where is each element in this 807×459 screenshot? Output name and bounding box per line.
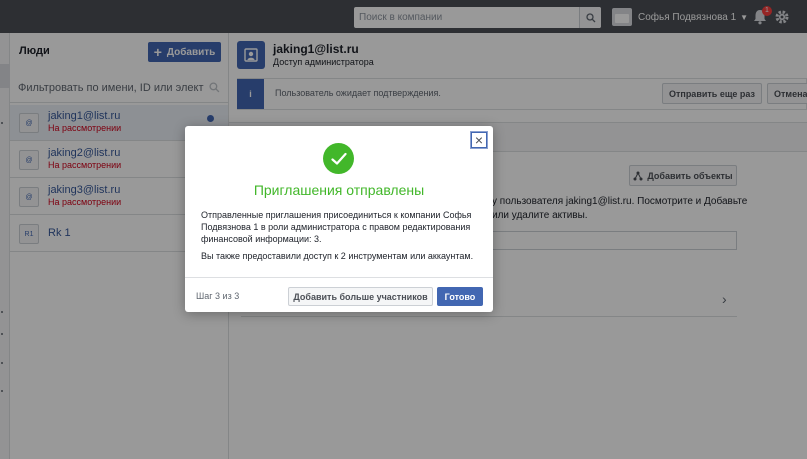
step-indicator: Шаг 3 из 3	[196, 291, 240, 301]
dialog-footer: Шаг 3 из 3 Добавить больше участников Го…	[185, 277, 493, 312]
close-icon[interactable]: ×	[471, 132, 487, 148]
dialog-access-text: Вы также предоставили доступ к 2 инструм…	[201, 251, 474, 261]
success-check-icon	[323, 143, 354, 174]
done-button[interactable]: Готово	[437, 287, 483, 306]
dialog-invitations-text: Отправленные приглашения присоединиться …	[201, 210, 472, 244]
invitations-sent-dialog: × Приглашения отправлены Отправленные пр…	[185, 126, 493, 312]
add-more-participants-button[interactable]: Добавить больше участников	[288, 287, 433, 306]
dialog-title: Приглашения отправлены	[253, 182, 425, 198]
